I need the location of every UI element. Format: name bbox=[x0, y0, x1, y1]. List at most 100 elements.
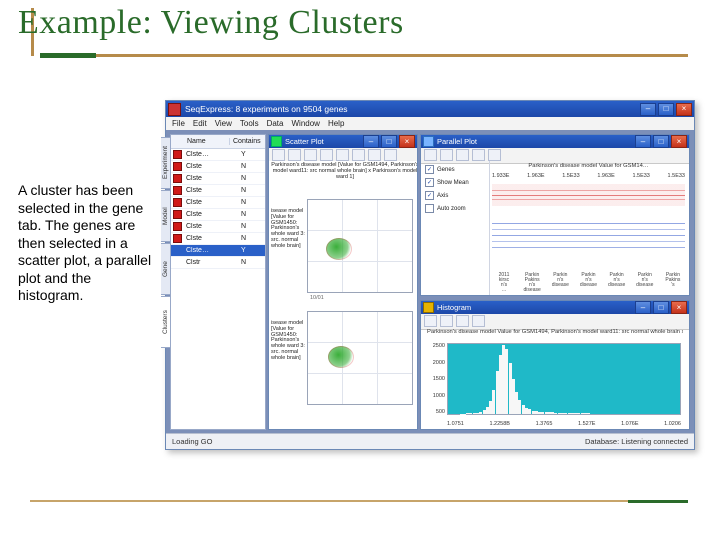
toolbar-button[interactable] bbox=[368, 149, 381, 161]
menu-view[interactable]: View bbox=[215, 119, 232, 128]
parallel-tick: 1.5E33 bbox=[632, 173, 649, 182]
histogram-xticks: 1.07511.2258B1.37651.527E1.076E1.0206 bbox=[447, 421, 681, 427]
parallel-maximize[interactable]: □ bbox=[653, 135, 669, 148]
check-genes[interactable]: ✓Genes bbox=[425, 165, 485, 174]
list-item[interactable]: ClsteN bbox=[171, 233, 265, 245]
parallel-icon bbox=[423, 136, 434, 147]
histogram-body: Parkinson's disease model Value for GSM1… bbox=[421, 327, 689, 429]
toolbar-button[interactable] bbox=[440, 315, 453, 327]
toolbar-button[interactable] bbox=[352, 149, 365, 161]
toolbar-button[interactable] bbox=[320, 149, 333, 161]
parallel-minimize[interactable]: – bbox=[635, 135, 651, 148]
menu-edit[interactable]: Edit bbox=[193, 119, 207, 128]
scatter-close[interactable]: × bbox=[399, 135, 415, 148]
check-axis[interactable]: ✓Axis bbox=[425, 191, 485, 200]
parallel-tick: 1.933E bbox=[492, 173, 509, 182]
row-name: Clste bbox=[183, 223, 238, 230]
toolbar-button[interactable] bbox=[272, 149, 285, 161]
toolbar-button[interactable] bbox=[288, 149, 301, 161]
histogram-minimize[interactable]: – bbox=[635, 301, 651, 314]
side-tab-gene[interactable]: Gene bbox=[161, 243, 171, 295]
side-header-contains[interactable]: Contains bbox=[230, 138, 265, 145]
check-showmean[interactable]: ✓Show Mean bbox=[425, 178, 485, 187]
toolbar-button[interactable] bbox=[488, 149, 501, 161]
toolbar-button[interactable] bbox=[336, 149, 349, 161]
close-button[interactable]: × bbox=[676, 103, 692, 116]
toolbar-button[interactable] bbox=[424, 149, 437, 161]
slide-title: Example: Viewing Clusters bbox=[18, 4, 404, 42]
histogram-plot-title: Parkinson's disease model Value for GSM1… bbox=[427, 329, 683, 335]
row-contains: N bbox=[238, 187, 265, 194]
parallel-xlabel: 2011 kirsc n's … bbox=[492, 273, 516, 293]
row-contains: N bbox=[238, 163, 265, 170]
scatter-toplabel: Parkinson's disease model [Value for GSM… bbox=[271, 163, 417, 180]
scatter-plot-2[interactable] bbox=[307, 311, 413, 405]
menu-data[interactable]: Data bbox=[267, 119, 284, 128]
scatter-maximize[interactable]: □ bbox=[381, 135, 397, 148]
histogram-close[interactable]: × bbox=[671, 301, 687, 314]
histogram-bars bbox=[448, 344, 680, 414]
app-title: SeqExpress: 8 experiments on 9504 genes bbox=[185, 104, 640, 114]
row-contains: N bbox=[238, 175, 265, 182]
scatter-plot-1[interactable]: 10/01 bbox=[307, 199, 413, 293]
app-window: SeqExpress: 8 experiments on 9504 genes … bbox=[165, 100, 695, 450]
minimize-button[interactable]: – bbox=[640, 103, 656, 116]
list-item[interactable]: ClsteN bbox=[171, 161, 265, 173]
row-name: Clste bbox=[183, 175, 238, 182]
maximize-button[interactable]: □ bbox=[658, 103, 674, 116]
row-name: Clste bbox=[183, 211, 238, 218]
toolbar-button[interactable] bbox=[424, 315, 437, 327]
toolbar-button[interactable] bbox=[304, 149, 317, 161]
menu-file[interactable]: File bbox=[172, 119, 185, 128]
parallel-tick: 1.963E bbox=[527, 173, 544, 182]
scatter-titlebar[interactable]: Scatter Plot – □ × bbox=[269, 135, 417, 148]
menu-window[interactable]: Window bbox=[291, 119, 319, 128]
toolbar-button[interactable] bbox=[440, 149, 453, 161]
side-panel: Experiment Model Gene Clusters Name Cont… bbox=[170, 134, 266, 430]
scatter-minimize[interactable]: – bbox=[363, 135, 379, 148]
color-swatch bbox=[173, 150, 182, 159]
side-header-name[interactable]: Name bbox=[184, 138, 230, 145]
side-tab-experiment[interactable]: Experiment bbox=[161, 137, 171, 189]
histogram-ytick: 1500 bbox=[423, 376, 445, 382]
toolbar-button[interactable] bbox=[456, 149, 469, 161]
menu-tools[interactable]: Tools bbox=[240, 119, 259, 128]
row-contains: Y bbox=[238, 247, 265, 254]
parallel-xlabel: Parkin n's disease bbox=[548, 273, 572, 293]
list-item[interactable]: ClsteN bbox=[171, 185, 265, 197]
list-item[interactable]: ClsteN bbox=[171, 197, 265, 209]
scatter-cluster bbox=[326, 238, 352, 260]
toolbar-button[interactable] bbox=[384, 149, 397, 161]
parallel-plot[interactable]: Parkinson's disease model Value for GSM1… bbox=[492, 163, 685, 293]
scatter-cluster bbox=[328, 346, 354, 368]
histogram-plot[interactable] bbox=[447, 343, 681, 415]
parallel-title: Parallel Plot bbox=[437, 137, 635, 146]
app-titlebar[interactable]: SeqExpress: 8 experiments on 9504 genes … bbox=[166, 101, 694, 117]
mdi-client: Experiment Model Gene Clusters Name Cont… bbox=[166, 130, 694, 434]
parallel-options: ✓Genes ✓Show Mean ✓Axis Auto zoom bbox=[421, 161, 490, 295]
histogram-xtick: 1.3765 bbox=[536, 421, 553, 427]
toolbar-button[interactable] bbox=[472, 315, 485, 327]
list-item[interactable]: ClsteN bbox=[171, 221, 265, 233]
histogram-titlebar[interactable]: Histogram – □ × bbox=[421, 301, 689, 314]
row-contains: N bbox=[238, 259, 265, 266]
side-tab-model[interactable]: Model bbox=[161, 190, 171, 242]
histogram-ytick: 1000 bbox=[423, 393, 445, 399]
check-autozoom[interactable]: Auto zoom bbox=[425, 204, 485, 213]
menu-help[interactable]: Help bbox=[328, 119, 344, 128]
list-item[interactable]: Clste…Y bbox=[171, 245, 265, 257]
parallel-titlebar[interactable]: Parallel Plot – □ × bbox=[421, 135, 689, 148]
list-item[interactable]: Clste…Y bbox=[171, 149, 265, 161]
list-item[interactable]: ClsteN bbox=[171, 209, 265, 221]
list-item[interactable]: ClstrN bbox=[171, 257, 265, 269]
toolbar-button[interactable] bbox=[472, 149, 485, 161]
check-label: Auto zoom bbox=[437, 206, 466, 212]
parallel-tick: 1.963E bbox=[597, 173, 614, 182]
side-tab-clusters[interactable]: Clusters bbox=[161, 296, 171, 348]
toolbar-button[interactable] bbox=[456, 315, 469, 327]
list-item[interactable]: ClsteN bbox=[171, 173, 265, 185]
histogram-maximize[interactable]: □ bbox=[653, 301, 669, 314]
scatter-ylabel-2: isease model [Value for GSM1450: Parkins… bbox=[271, 321, 307, 361]
parallel-close[interactable]: × bbox=[671, 135, 687, 148]
color-swatch bbox=[173, 186, 182, 195]
